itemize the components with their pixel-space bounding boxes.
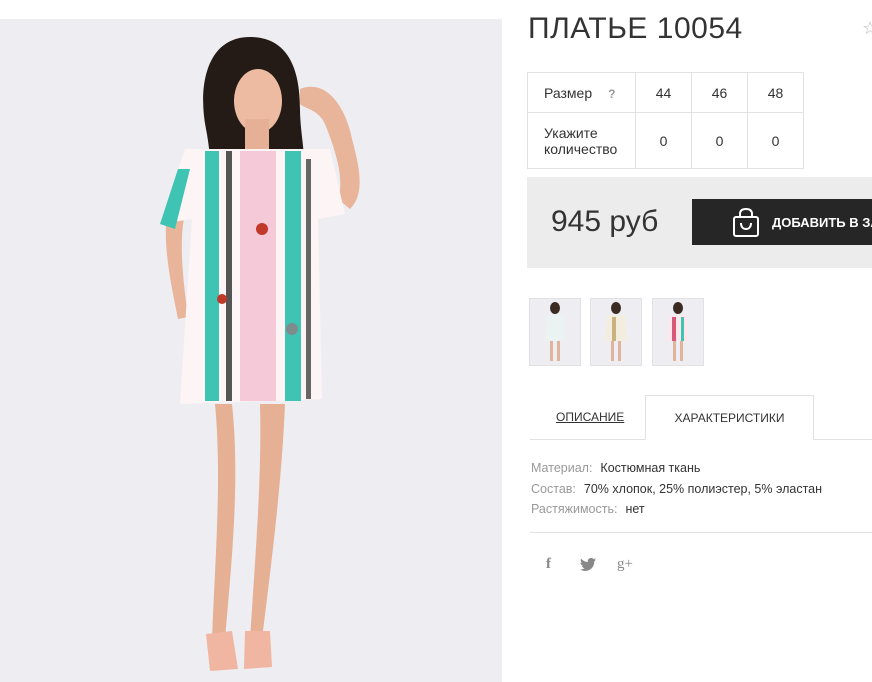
thumbnail-2[interactable]: [590, 298, 642, 366]
characteristics-list: Материал: Костюмная ткань Состав: 70% хлоп…: [531, 458, 822, 520]
prop-value: нет: [625, 502, 645, 516]
help-icon[interactable]: ?: [608, 87, 615, 101]
prop-key: Материал:: [531, 461, 593, 475]
shopping-bag-icon: [733, 208, 759, 237]
thumbnail-3[interactable]: [652, 298, 704, 366]
size-row: Размер? 44 46 48: [527, 72, 804, 113]
divider: [530, 532, 872, 533]
quantity-44[interactable]: 0: [635, 112, 692, 169]
quantity-row: Укажите количество 0 0 0: [527, 112, 804, 169]
add-to-order-button[interactable]: ДОБАВИТЬ В ЗАКАЗ: [692, 199, 872, 245]
google-plus-icon[interactable]: g+: [617, 556, 633, 573]
star-icon[interactable]: ☆: [862, 18, 872, 39]
quantity-46[interactable]: 0: [691, 112, 748, 169]
facebook-icon[interactable]: f: [546, 556, 551, 573]
product-main-photo[interactable]: [0, 19, 502, 682]
thumbnail-1[interactable]: [529, 298, 581, 366]
twitter-icon[interactable]: [580, 557, 596, 575]
price: 945 руб: [551, 205, 659, 238]
prop-value: Костюмная ткань: [600, 461, 701, 475]
prop-stretch: Растяжимость: нет: [531, 499, 822, 520]
size-46[interactable]: 46: [691, 72, 748, 113]
size-48[interactable]: 48: [747, 72, 804, 113]
prop-key: Растяжимость:: [531, 502, 618, 516]
quantity-label-line2: количество: [544, 140, 618, 157]
product-title: ПЛАТЬЕ 10054: [528, 12, 743, 45]
quantity-48[interactable]: 0: [747, 112, 804, 169]
tab-characteristics[interactable]: ХАРАКТЕРИСТИКИ: [645, 395, 814, 440]
add-to-order-label: ДОБАВИТЬ В ЗАКАЗ: [772, 215, 872, 230]
tab-description[interactable]: ОПИСАНИЕ: [556, 410, 624, 424]
prop-key: Состав:: [531, 481, 576, 496]
quantity-label: Укажите количество: [527, 112, 636, 169]
size-table: Размер? 44 46 48 Укажите количество 0 0 …: [527, 72, 804, 169]
quantity-label-line1: Укажите: [544, 124, 598, 141]
size-label: Размер: [544, 84, 593, 101]
size-label-cell: Размер?: [527, 72, 636, 113]
prop-composition: Состав: 70% хлопок, 25% полиэстер, 5% эла…: [531, 479, 822, 500]
prop-material: Материал: Костюмная ткань: [531, 458, 822, 479]
size-44[interactable]: 44: [635, 72, 692, 113]
prop-value: 70% хлопок, 25% полиэстер, 5% эластан: [583, 481, 823, 496]
price-panel: 945 руб ДОБАВИТЬ В ЗАКАЗ: [527, 177, 872, 268]
